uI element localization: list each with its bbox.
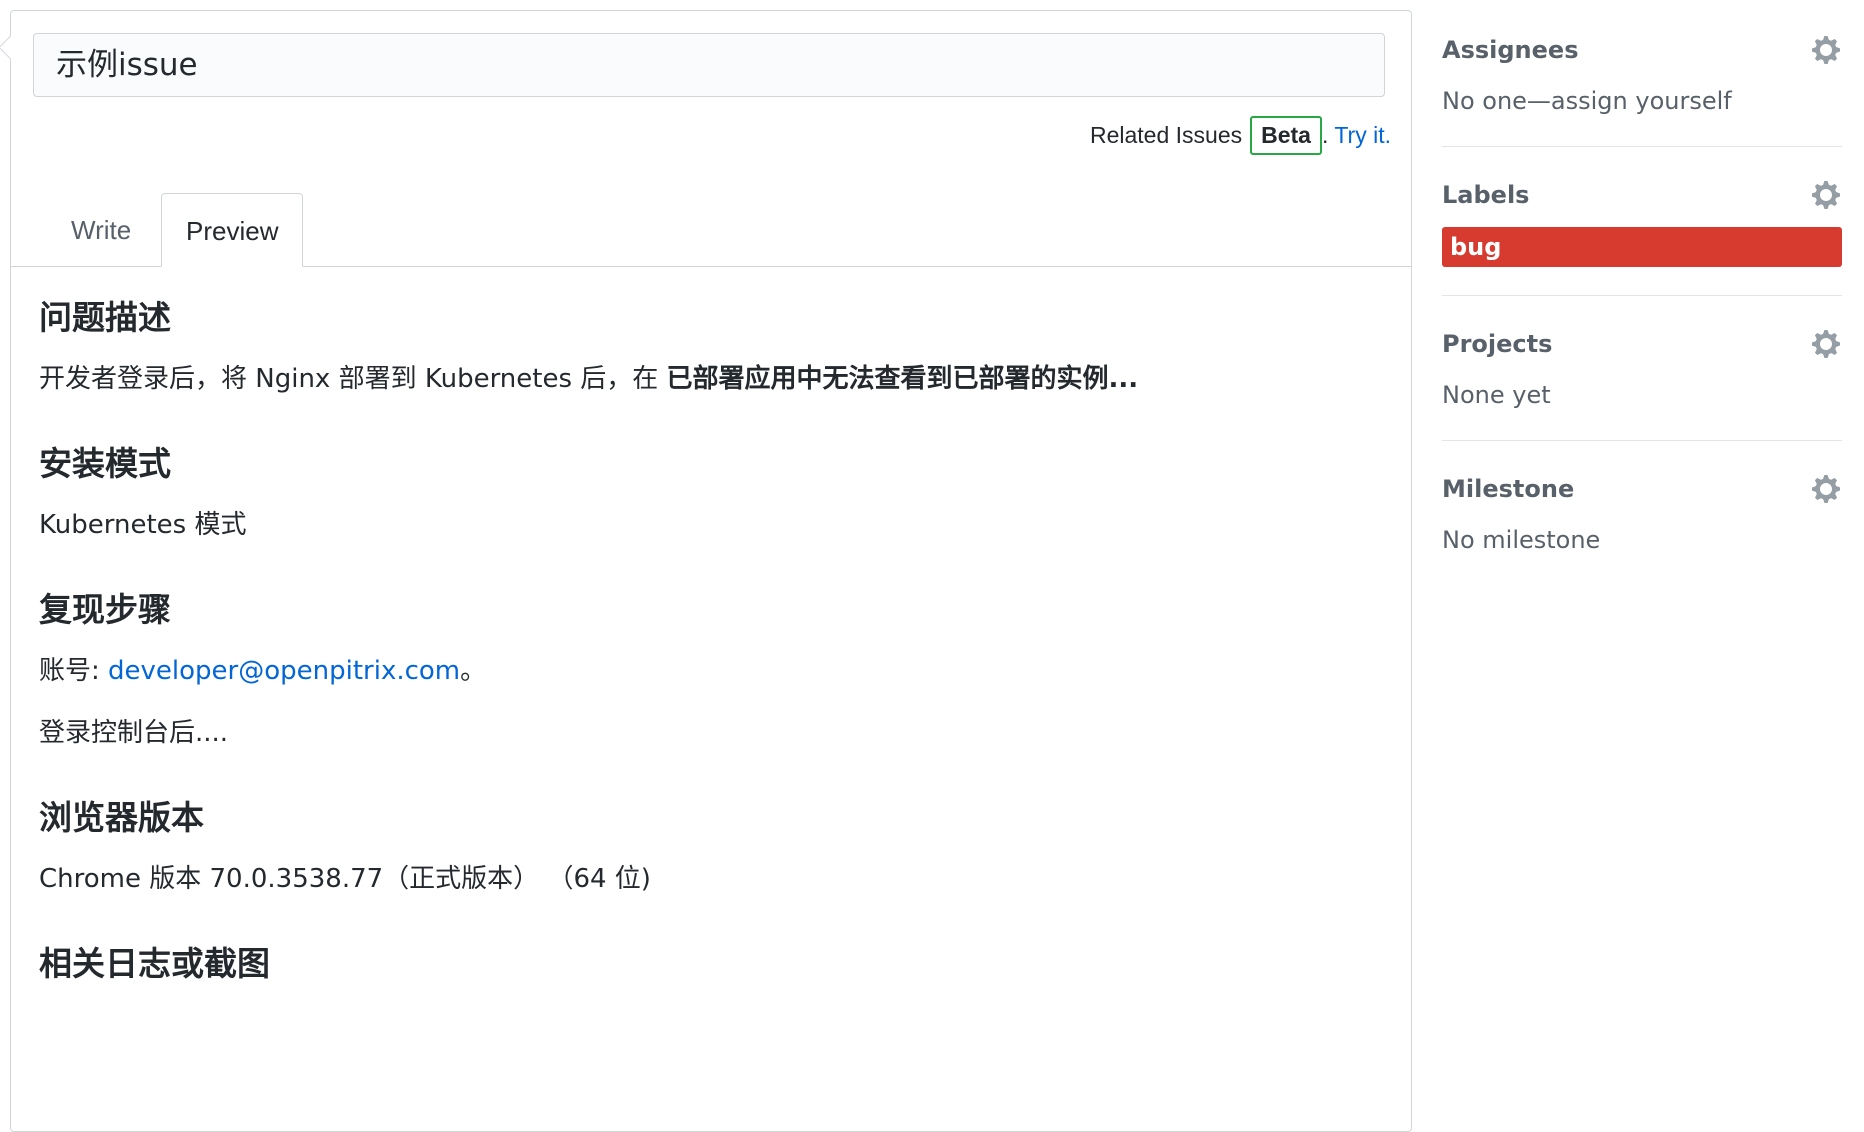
labels-section: Labels bug: [1442, 175, 1842, 296]
issue-editor-panel: 示例issue Related Issues Beta . Try it. Wr…: [0, 10, 1412, 1132]
browser-version-text: Chrome 版本 70.0.3538.77（正式版本） （64 位): [39, 864, 651, 894]
try-it-link[interactable]: Try it.: [1334, 122, 1391, 149]
account-line: 账号: developer@openpitrix.com。: [39, 651, 1391, 691]
panel-caret: [0, 35, 23, 60]
after-login-text: 登录控制台后....: [39, 718, 229, 748]
assignees-section: Assignees No one—assign yourself: [1442, 30, 1842, 147]
tab-preview[interactable]: Preview: [161, 193, 304, 267]
milestone-heading: Milestone: [1442, 475, 1575, 503]
gear-icon[interactable]: [1810, 179, 1842, 211]
labels-heading: Labels: [1442, 181, 1530, 209]
assignees-value[interactable]: No one—assign yourself: [1442, 84, 1842, 118]
related-issues-text: Related Issues: [1089, 121, 1243, 148]
milestone-section: Milestone No milestone: [1442, 469, 1842, 585]
milestone-value: No milestone: [1442, 526, 1601, 554]
install-mode-text: Kubernetes 模式: [39, 510, 247, 540]
preview-content: 问题描述 开发者登录后，将 Nginx 部署到 Kubernetes 后，在 已…: [39, 287, 1391, 995]
beta-badge: Beta: [1250, 115, 1322, 155]
related-issues-row: Related Issues Beta . Try it.: [1090, 115, 1391, 155]
label-bug[interactable]: bug: [1442, 227, 1842, 267]
gear-icon[interactable]: [1810, 328, 1842, 360]
assignees-heading: Assignees: [1442, 36, 1579, 64]
gear-icon[interactable]: [1810, 34, 1842, 66]
account-suffix: 。: [460, 656, 487, 686]
account-email-link[interactable]: developer@openpitrix.com: [108, 656, 460, 686]
heading-problem-description: 问题描述: [39, 298, 171, 337]
projects-section: Projects None yet: [1442, 324, 1842, 441]
heading-browser-version: 浏览器版本: [39, 798, 204, 837]
issue-sidebar: Assignees No one—assign yourself Labels …: [1442, 30, 1842, 613]
description-plain: 开发者登录后，将 Nginx 部署到 Kubernetes 后，在: [39, 364, 667, 394]
account-prefix: 账号:: [39, 656, 109, 686]
description-bold: 已部署应用中无法查看到已部署的实例...: [666, 364, 1139, 394]
heading-logs-screenshots: 相关日志或截图: [39, 944, 270, 983]
issue-title-input[interactable]: 示例issue: [33, 33, 1385, 97]
heading-install-mode: 安装模式: [39, 444, 171, 483]
heading-repro-steps: 复现步骤: [39, 590, 171, 629]
projects-heading: Projects: [1442, 330, 1553, 358]
gear-icon[interactable]: [1810, 473, 1842, 505]
related-period: .: [1321, 121, 1329, 148]
problem-description-text: 开发者登录后，将 Nginx 部署到 Kubernetes 后，在 已部署应用中…: [39, 359, 1391, 399]
projects-value: None yet: [1442, 381, 1551, 409]
tab-write[interactable]: Write: [47, 193, 155, 267]
